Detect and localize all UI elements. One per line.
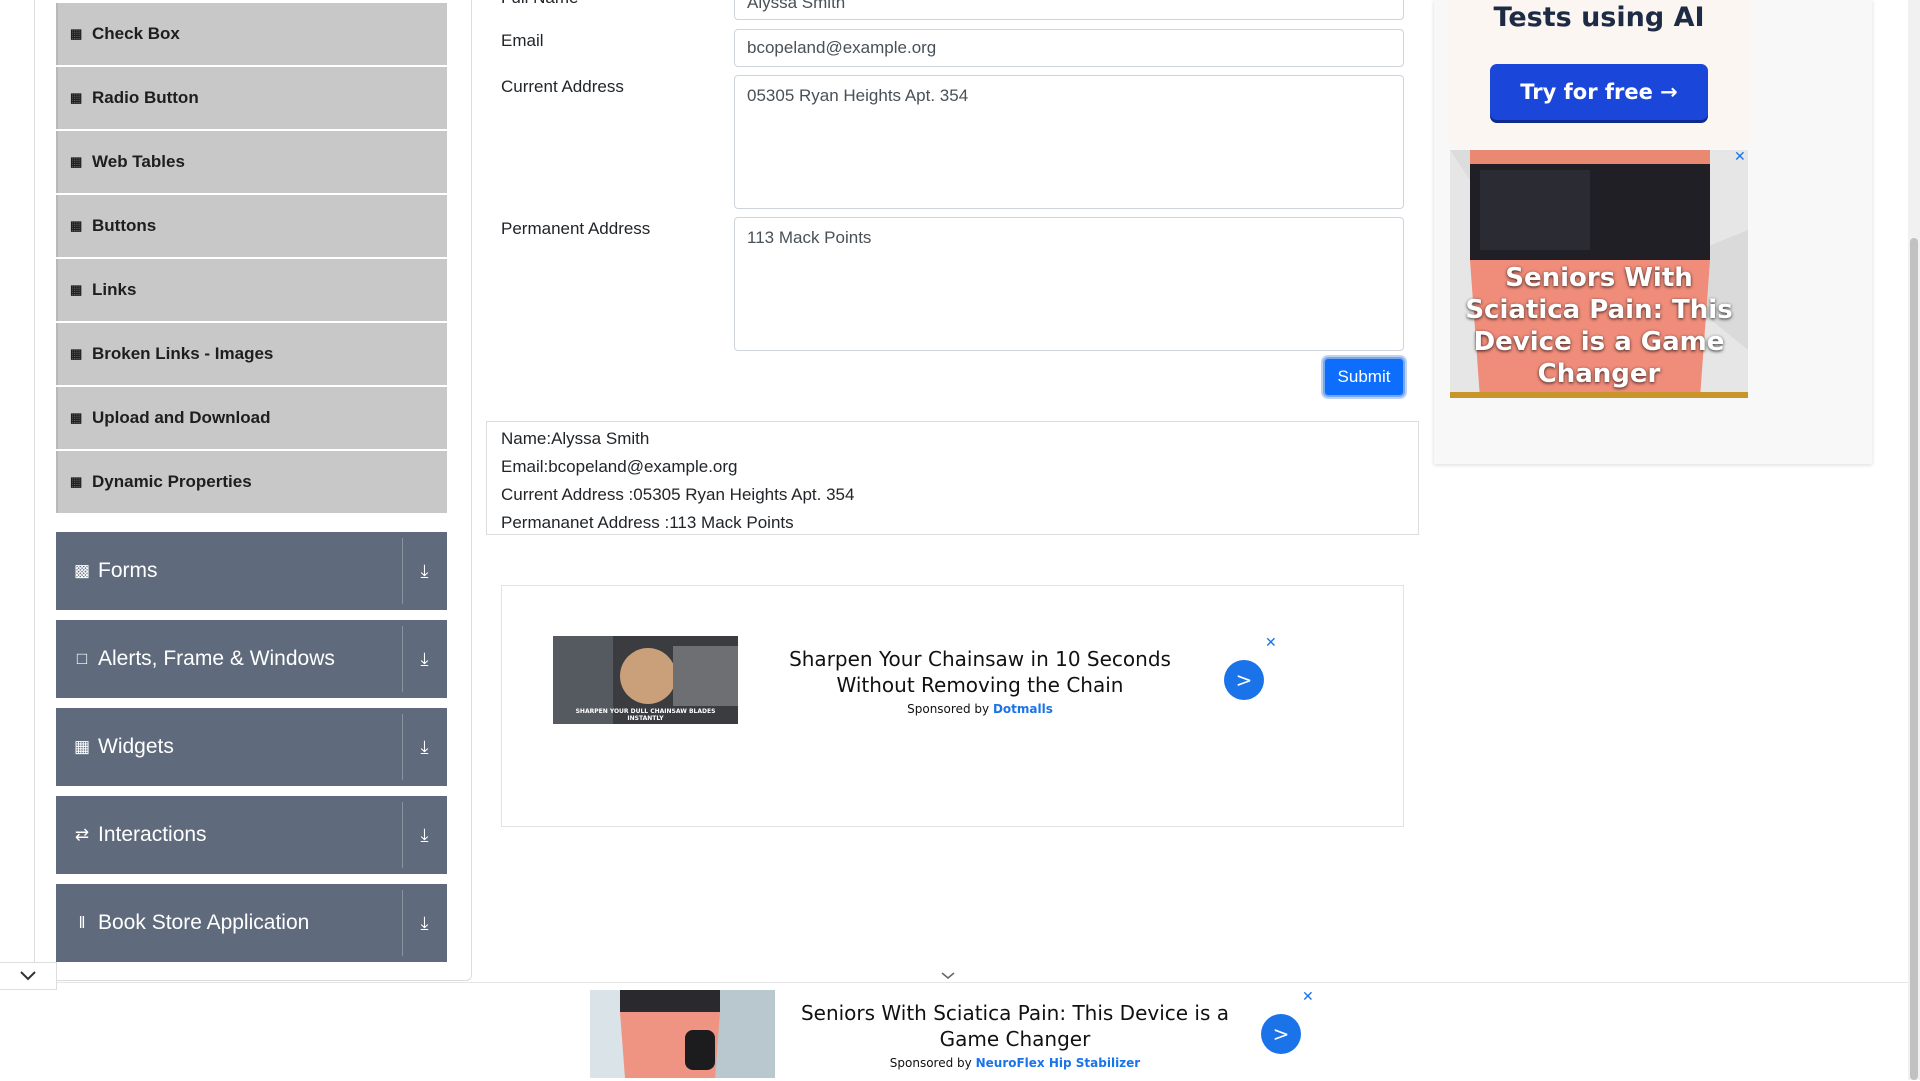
sidebar-item-upload-download[interactable]: ▦ Upload and Download	[56, 387, 447, 449]
expand-arrow-icon[interactable]: ⤓	[402, 532, 447, 610]
sidebar-item-check-box[interactable]: ▦ Check Box	[56, 3, 447, 65]
chevron-down-icon	[20, 971, 36, 981]
sidebar-item-label: Web Tables	[92, 152, 185, 171]
output-email: Email:bcopeland@example.org	[501, 457, 738, 476]
sciatica-ad-caption: Seniors With Sciatica Pain: This Device …	[1465, 263, 1733, 389]
item-icon: ▦	[70, 90, 83, 105]
expand-arrow-icon[interactable]: ⤓	[402, 708, 447, 786]
books-icon: ‖	[78, 913, 86, 932]
item-icon: ▦	[70, 410, 83, 425]
chainsaw-ad-headline[interactable]: Sharpen Your Chainsaw in 10 Seconds With…	[750, 646, 1210, 698]
item-icon: ▦	[70, 474, 83, 489]
ai-ad-text: Tests using AI	[1493, 2, 1705, 33]
group-forms[interactable]: ▩ Forms ⤓	[56, 532, 447, 610]
group-label: Widgets	[98, 735, 174, 758]
email-field[interactable]: bcopeland@example.org	[734, 29, 1404, 67]
chainsaw-ad-sponsor: Sponsored by Dotmalls	[907, 702, 1053, 716]
item-icon: ▦	[70, 218, 83, 233]
sidebar-item-label: Check Box	[92, 24, 180, 43]
sidebar-item-web-tables[interactable]: ▦ Web Tables	[56, 131, 447, 193]
sidebar-item-label: Links	[92, 280, 137, 299]
bottom-ad-thumbnail[interactable]	[590, 990, 775, 1078]
output-permanent-address: Permananet Address :113 Mack Points	[501, 513, 794, 532]
item-icon: ▦	[70, 26, 83, 41]
output-name: Name:Alyssa Smith	[501, 429, 650, 448]
output-current-address: Current Address :05305 Ryan Heights Apt.…	[501, 485, 855, 504]
group-label: Book Store Application	[98, 911, 310, 934]
bottom-ad-go-button[interactable]: >	[1261, 1014, 1301, 1054]
close-icon[interactable]: ✕	[1265, 635, 1277, 651]
output-box: Name:Alyssa Smith Email:bcopeland@exampl…	[486, 421, 1419, 535]
expand-arrow-icon[interactable]: ⤓	[402, 796, 447, 874]
current-address-field[interactable]: 05305 Ryan Heights Apt. 354	[734, 75, 1404, 209]
chainsaw-ad-thumbnail[interactable]: SHARPEN YOUR DULL CHAINSAW BLADES INSTAN…	[553, 636, 738, 724]
try-for-free-button[interactable]: Try for free →	[1490, 64, 1708, 120]
sidebar-item-dynamic-properties[interactable]: ▦ Dynamic Properties	[56, 451, 447, 513]
group-book-store[interactable]: ‖ Book Store Application ⤓	[56, 884, 447, 962]
form-icon: ▩	[73, 561, 91, 580]
scrollbar-thumb[interactable]	[1910, 238, 1918, 1080]
widgets-icon: ▦	[73, 737, 91, 756]
item-icon: ▦	[70, 282, 83, 297]
item-icon: ▦	[70, 154, 83, 169]
full-name-label: Full Name	[501, 0, 578, 8]
bottom-ad-photo	[590, 990, 775, 1078]
sponsor-link[interactable]: NeuroFlex Hip Stabilizer	[976, 1056, 1141, 1070]
permanent-address-field[interactable]: 113 Mack Points	[734, 217, 1404, 351]
sidebar-item-label: Radio Button	[92, 88, 199, 107]
group-widgets[interactable]: ▦ Widgets ⤓	[56, 708, 447, 786]
group-interactions[interactable]: ⇄ Interactions ⤓	[56, 796, 447, 874]
sidebar-item-buttons[interactable]: ▦ Buttons	[56, 195, 447, 257]
sidebar-item-label: Broken Links - Images	[92, 344, 274, 363]
bottom-ad-sponsor: Sponsored by NeuroFlex Hip Stabilizer	[889, 1056, 1141, 1070]
chainsaw-ad-go-button[interactable]: >	[1224, 660, 1264, 700]
thumbnail-caption: SHARPEN YOUR DULL CHAINSAW BLADES INSTAN…	[575, 708, 716, 722]
group-label: Alerts, Frame & Windows	[98, 647, 335, 670]
expand-arrow-icon[interactable]: ⤓	[402, 620, 447, 698]
sidebar-item-label: Buttons	[92, 216, 157, 235]
current-address-label: Current Address	[501, 77, 624, 96]
sidebar-item-label: Dynamic Properties	[92, 472, 252, 491]
interactions-icon: ⇄	[74, 825, 90, 844]
close-icon[interactable]: ✕	[1734, 149, 1746, 165]
chevron-down-icon[interactable]	[941, 968, 955, 984]
submit-button[interactable]: Submit	[1323, 357, 1405, 397]
window-icon: □	[76, 649, 88, 668]
collapse-ad-button[interactable]	[0, 962, 57, 990]
sciatica-ad-image[interactable]: Seniors With Sciatica Pain: This Device …	[1450, 150, 1748, 398]
sidebar-item-radio-button[interactable]: ▦ Radio Button	[56, 67, 447, 129]
permanent-address-label: Permanent Address	[501, 219, 651, 238]
expand-arrow-icon[interactable]: ⤓	[402, 884, 447, 962]
group-label: Interactions	[98, 823, 207, 846]
close-icon[interactable]: ✕	[1302, 989, 1314, 1005]
group-alerts-frame-windows[interactable]: □ Alerts, Frame & Windows ⤓	[56, 620, 447, 698]
sidebar-item-links[interactable]: ▦ Links	[56, 259, 447, 321]
item-icon: ▦	[70, 346, 83, 361]
full-name-field[interactable]: Alyssa Smith	[734, 0, 1404, 20]
group-label: Forms	[98, 559, 158, 582]
email-label: Email	[501, 31, 544, 50]
bottom-ad-headline[interactable]: Seniors With Sciatica Pain: This Device …	[785, 1000, 1245, 1052]
sidebar-item-broken-links[interactable]: ▦ Broken Links - Images	[56, 323, 447, 385]
sidebar-item-label: Upload and Download	[92, 408, 271, 427]
sponsor-link[interactable]: Dotmalls	[993, 702, 1053, 716]
